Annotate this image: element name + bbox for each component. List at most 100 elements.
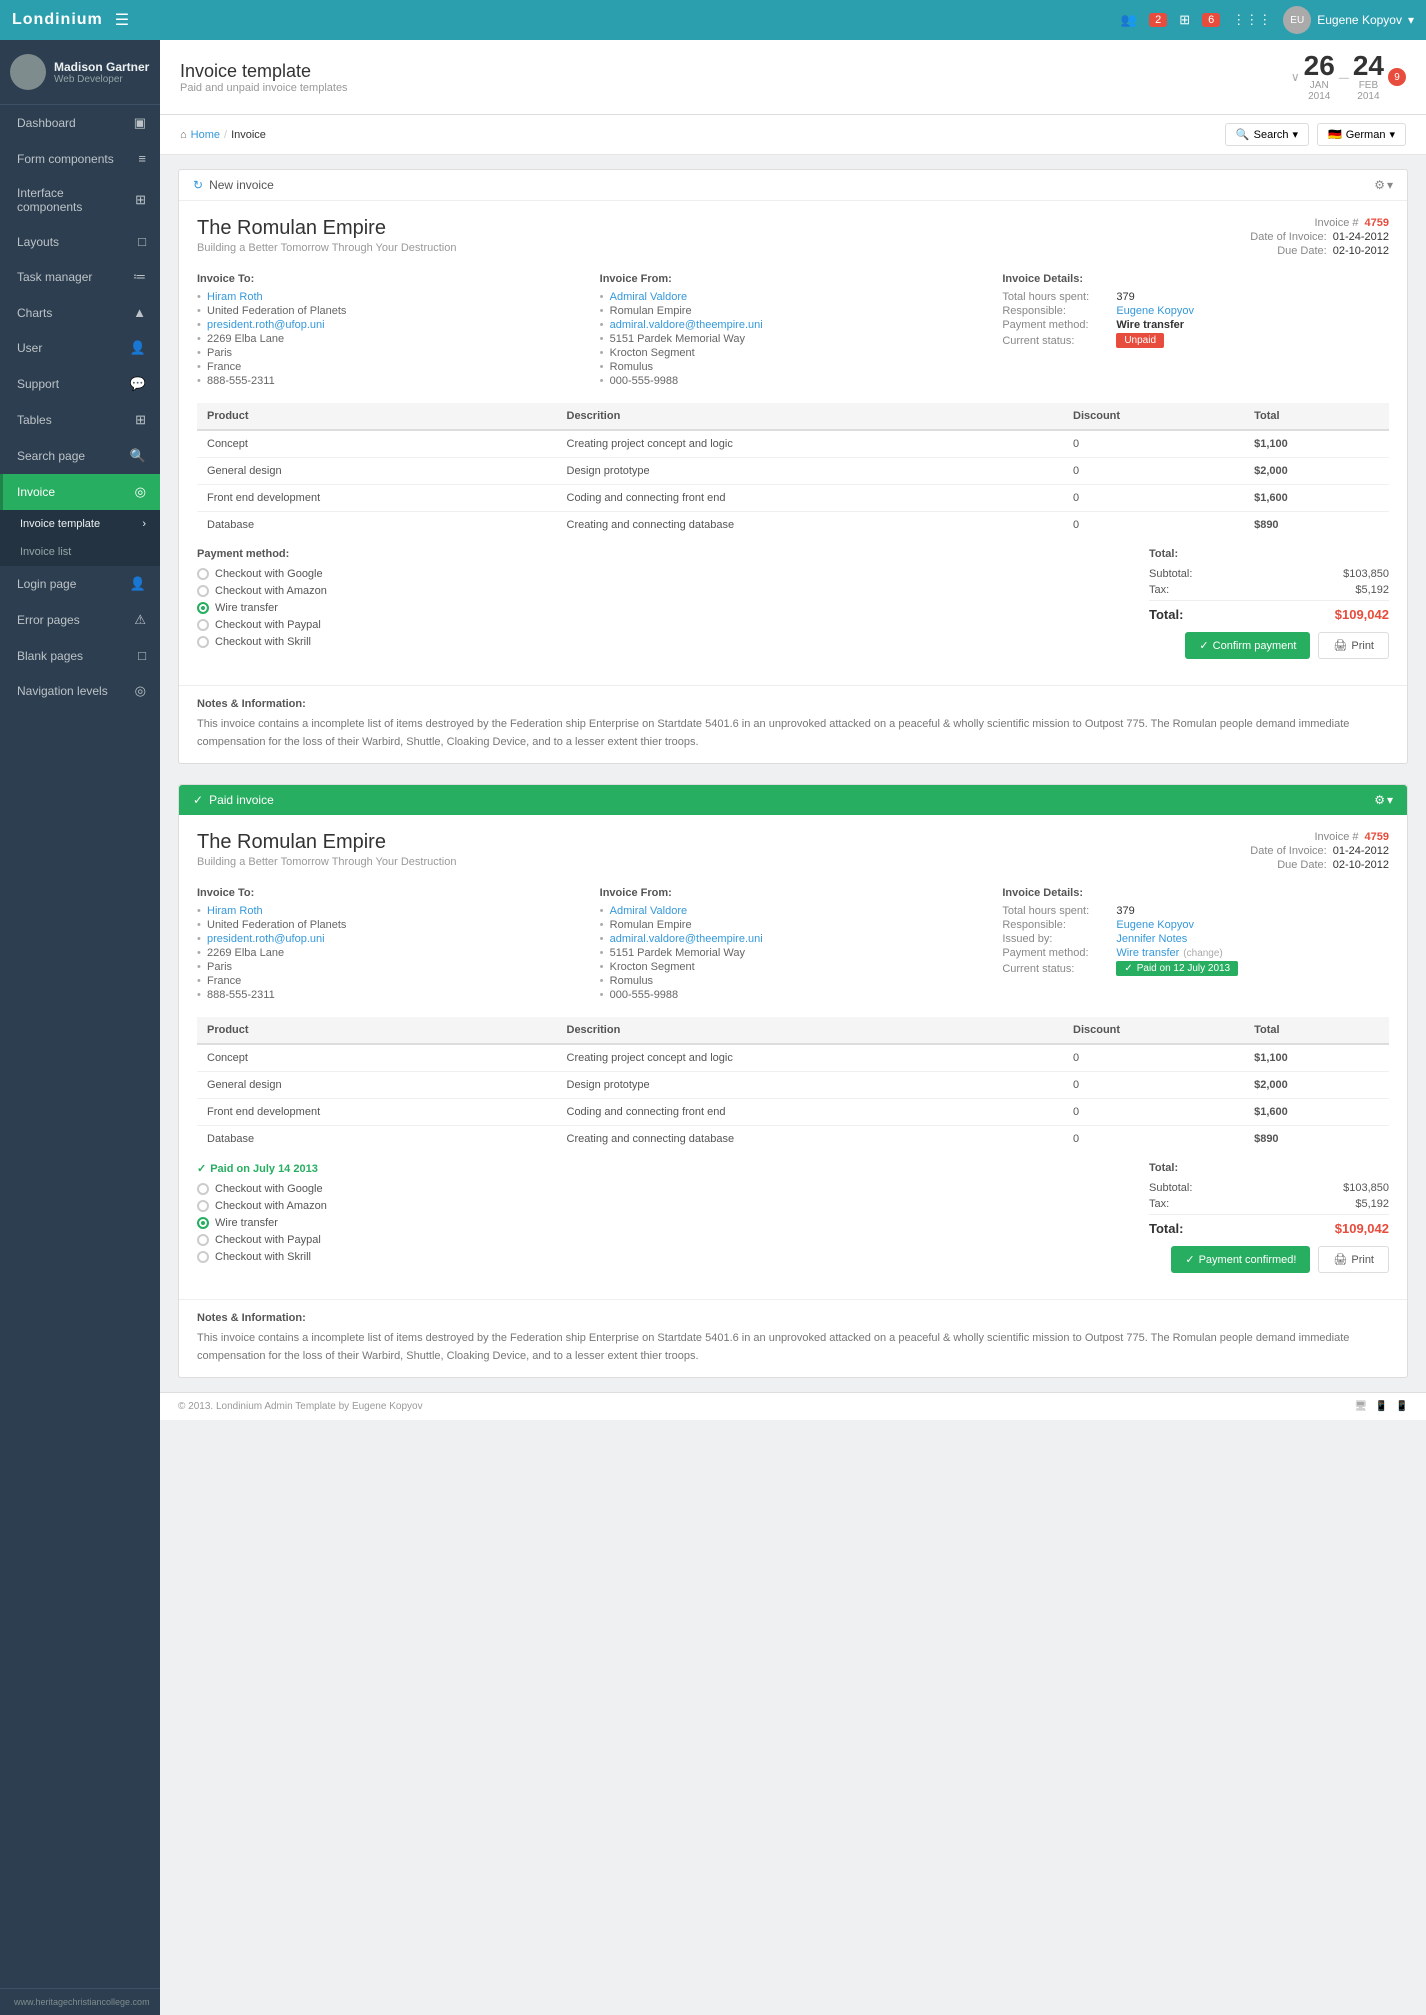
sidebar-sub-item-invoice-template[interactable]: Invoice template › [0,510,160,538]
invoice-card-header-unpaid: ↻ New invoice ⚙ ▾ [179,170,1407,201]
contact-email-link[interactable]: president.roth@ufop.uni [207,319,325,331]
radio-label-google: Checkout with Google [215,568,323,580]
radio-wire-transfer-paid[interactable]: Wire transfer [197,1217,1129,1229]
apps-icon[interactable]: ⋮⋮⋮ [1232,12,1271,28]
list-item: president.roth@ufop.uni [197,319,584,331]
layout-icon: □ [138,234,146,249]
list-item: Romulan Empire [600,305,987,317]
print-button[interactable]: 🖨 Print [1318,632,1389,659]
list-item: Krocton Segment [600,347,987,359]
paid-invoice-settings[interactable]: ⚙ ▾ [1374,793,1393,807]
list-item: admiral.valdore@theempire.uni [600,319,987,331]
sidebar-item-charts[interactable]: Charts ▲ [0,295,160,330]
sidebar-item-dashboard[interactable]: Dashboard ▣ [0,105,160,141]
from-name-link[interactable]: Admiral Valdore [610,291,687,303]
confirm-payment-button[interactable]: ✓ Confirm payment [1185,632,1310,659]
radio-circle-skrill-paid [197,1251,209,1263]
hamburger-icon[interactable]: ☰ [115,10,129,30]
responsible-link-paid[interactable]: Eugene Kopyov [1116,919,1194,931]
sidebar-item-tables[interactable]: Tables ⊞ [0,402,160,438]
radio-checkout-paypal-paid[interactable]: Checkout with Paypal [197,1234,1129,1246]
payment-link-paid[interactable]: Wire transfer [1116,947,1179,959]
radio-checkout-amazon[interactable]: Checkout with Amazon [197,585,1129,597]
date-range: ∨ 26 JAN2014 – 24 FEB2014 9 [1291,52,1406,102]
sidebar-item-interface-components[interactable]: Interface components ⊞ [0,176,160,224]
contact-email-link-paid[interactable]: president.roth@ufop.uni [207,933,325,945]
invoice-meta-right-paid: Invoice # 4759 Date of Invoice: 01-24-20… [1250,831,1389,873]
chat-icon: 💬 [130,376,146,392]
invoice-due-row: Due Date: 02-10-2012 [1250,245,1389,257]
issued-label-paid: Issued by: [1002,933,1112,945]
product-total: $890 [1244,1126,1389,1153]
radio-checkout-skrill-paid[interactable]: Checkout with Skrill [197,1251,1129,1263]
list-item: 000-555-9988 [600,989,987,1001]
notes-section-unpaid: Notes & Information: This invoice contai… [179,685,1407,763]
sidebar-item-user[interactable]: User 👤 [0,330,160,366]
sidebar-item-label: Invoice [17,485,131,499]
responsible-link[interactable]: Eugene Kopyov [1116,305,1194,317]
radio-wire-transfer[interactable]: Wire transfer [197,602,1129,614]
topbar: Londinium ☰ 👥 2 ⊞ 6 ⋮⋮⋮ EU Eugene Kopyov… [0,0,1426,40]
invoice-actions: ✓ Confirm payment 🖨 Print [1149,632,1389,659]
issued-row-paid: Issued by: Jennifer Notes [1002,933,1389,945]
contact-name-link-paid[interactable]: Hiram Roth [207,905,263,917]
sidebar-item-form-components[interactable]: Form components ≡ [0,141,160,176]
list-item: Admiral Valdore [600,905,987,917]
table-row: Front end development Coding and connect… [197,485,1389,512]
product-description: Design prototype [557,1072,1064,1099]
breadcrumb-home[interactable]: Home [191,129,220,141]
product-discount: 0 [1063,458,1244,485]
sidebar-item-support[interactable]: Support 💬 [0,366,160,402]
breadcrumb-current: Invoice [231,129,266,141]
sidebar-sub-item-invoice-list[interactable]: Invoice list [0,538,160,566]
hours-value: 379 [1116,291,1134,303]
sidebar-item-search-page[interactable]: Search page 🔍 [0,438,160,474]
sidebar-item-error-pages[interactable]: Error pages ⚠ [0,602,160,638]
date-from-month: JAN2014 [1304,80,1335,102]
sidebar-item-label: Error pages [17,613,130,627]
radio-checkout-google-paid[interactable]: Checkout with Google [197,1183,1129,1195]
invoice-settings-button[interactable]: ⚙ ▾ [1374,178,1393,192]
topbar-user[interactable]: EU Eugene Kopyov ▾ [1283,6,1414,34]
sidebar-item-layouts[interactable]: Layouts □ [0,224,160,259]
search-button[interactable]: 🔍 Search ▾ [1225,123,1309,146]
radio-checkout-skrill[interactable]: Checkout with Skrill [197,636,1129,648]
from-email-link-paid[interactable]: admiral.valdore@theempire.uni [610,933,763,945]
tablet-icon: 📱 [1375,1401,1387,1412]
sidebar-item-navigation-levels[interactable]: Navigation levels ◎ [0,673,160,709]
radio-checkout-amazon-paid[interactable]: Checkout with Amazon [197,1200,1129,1212]
language-button[interactable]: 🇩🇪 German ▾ [1317,123,1406,146]
tax-label: Tax: [1149,584,1169,596]
radio-circle-google-paid [197,1183,209,1195]
list-item: Hiram Roth [197,905,584,917]
product-discount: 0 [1063,512,1244,539]
sidebar-user-profile: Madison Gartner Web Developer [0,40,160,105]
radio-checkout-google[interactable]: Checkout with Google [197,568,1129,580]
sidebar-item-invoice[interactable]: Invoice ◎ [0,474,160,510]
payment-confirmed-button[interactable]: ✓ Payment confirmed! [1171,1246,1310,1273]
from-name-link-paid[interactable]: Admiral Valdore [610,905,687,917]
page-title: Invoice template [180,61,348,82]
users-icon[interactable]: 👥 [1121,12,1137,28]
list-item: 5151 Pardek Memorial Way [600,947,987,959]
invoice-no-value: 4759 [1365,217,1389,229]
radio-checkout-paypal[interactable]: Checkout with Paypal [197,619,1129,631]
page-header-left: Invoice template Paid and unpaid invoice… [180,61,348,94]
chevron-down-icon: ∨ [1291,70,1300,84]
grid-icon[interactable]: ⊞ [1179,12,1190,28]
badge-grid: 6 [1202,13,1220,27]
main-content: Invoice template Paid and unpaid invoice… [160,40,1426,2015]
from-email-link[interactable]: admiral.valdore@theempire.uni [610,319,763,331]
sidebar-item-login-page[interactable]: Login page 👤 [0,566,160,602]
contact-name-link[interactable]: Hiram Roth [207,291,263,303]
list-item: 888-555-2311 [197,989,584,1001]
subtotal-value: $103,850 [1343,568,1389,580]
print-button-paid[interactable]: 🖨 Print [1318,1246,1389,1273]
footer-icons: 🖥 📱 📱 [1354,1401,1408,1412]
radio-circle-amazon [197,585,209,597]
sidebar-item-blank-pages[interactable]: Blank pages □ [0,638,160,673]
settings-icon: ⚙ [1374,793,1385,807]
payment-change-paid[interactable]: (change) [1183,948,1222,959]
sidebar-item-task-manager[interactable]: Task manager ≔ [0,259,160,295]
issued-link-paid[interactable]: Jennifer Notes [1116,933,1187,945]
